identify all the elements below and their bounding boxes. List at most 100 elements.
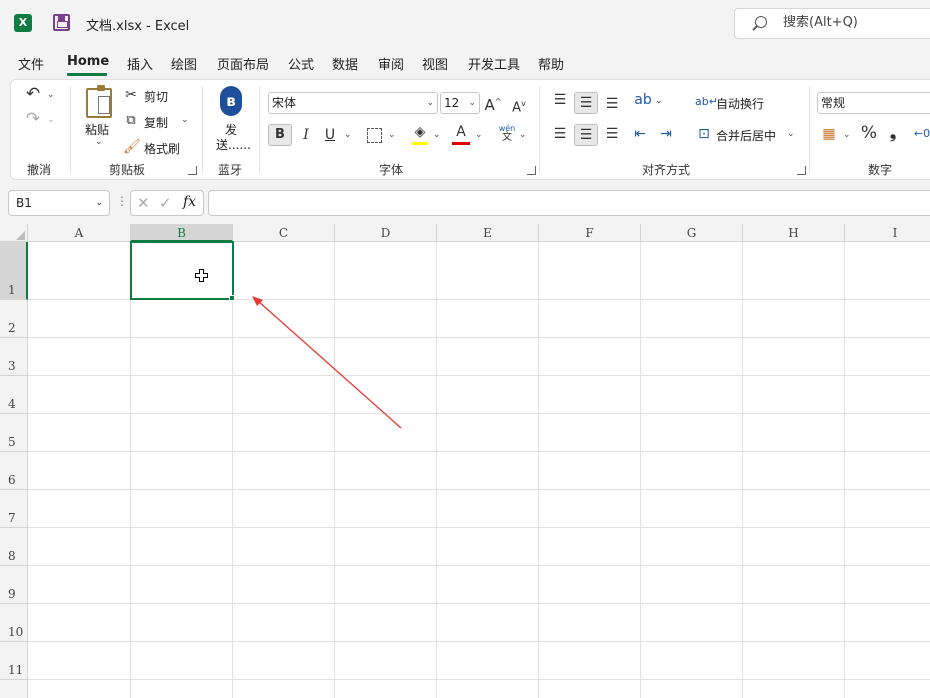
fill-color-icon[interactable]: ◈ <box>412 122 428 142</box>
column-header[interactable]: D <box>335 224 437 242</box>
align-left-icon[interactable]: ☰ <box>551 124 569 144</box>
tab-view[interactable]: 视图 <box>422 54 448 73</box>
column-header[interactable]: A <box>28 224 131 242</box>
number-format-combo[interactable]: 常规 <box>817 92 930 114</box>
merge-center-icon[interactable]: ⊡ <box>695 124 713 144</box>
cancel-icon[interactable]: ✕ <box>137 194 150 212</box>
tab-home[interactable]: Home <box>67 54 109 69</box>
percent-button[interactable]: % <box>859 123 879 143</box>
format-painter-icon[interactable]: 🖌 <box>123 137 141 157</box>
tab-data[interactable]: 数据 <box>332 54 358 73</box>
row-header[interactable]: 6 <box>0 452 28 490</box>
column-header-selected[interactable]: B <box>131 224 233 242</box>
merge-center-dropdown-icon[interactable]: ⌄ <box>787 129 795 139</box>
font-size-combo[interactable]: 12 ⌄ <box>440 92 480 114</box>
alignment-launcher-icon[interactable] <box>797 166 806 175</box>
redo-icon[interactable]: ↷ <box>23 109 43 129</box>
row-header[interactable] <box>0 680 28 698</box>
tab-review[interactable]: 审阅 <box>378 54 404 73</box>
italic-button[interactable]: I <box>297 125 315 145</box>
accounting-dropdown-icon[interactable]: ⌄ <box>843 130 851 140</box>
fill-handle[interactable] <box>229 295 235 301</box>
name-box[interactable]: B1 ⌄ <box>8 190 110 216</box>
decrease-indent-icon[interactable]: ⇤ <box>631 124 649 144</box>
column-header[interactable]: C <box>233 224 335 242</box>
select-all-corner[interactable] <box>0 224 28 242</box>
borders-icon[interactable] <box>367 128 382 143</box>
align-right-icon[interactable]: ☰ <box>603 124 621 144</box>
copy-icon[interactable]: ⧉ <box>123 111 139 131</box>
font-launcher-icon[interactable] <box>527 166 536 175</box>
tab-formulas[interactable]: 公式 <box>288 54 314 73</box>
tab-page-layout[interactable]: 页面布局 <box>217 54 269 73</box>
phonetic-guide-icon[interactable]: wén 文 <box>497 124 517 143</box>
font-color-dropdown-icon[interactable]: ⌄ <box>475 130 483 140</box>
bold-button[interactable]: B <box>268 124 292 146</box>
selected-cell-b1[interactable] <box>130 241 234 300</box>
wrap-text-button[interactable]: 自动换行 <box>716 95 764 112</box>
paste-label[interactable]: 粘贴 <box>85 121 109 138</box>
row-header[interactable]: 3 <box>0 338 28 376</box>
row-header[interactable]: 5 <box>0 414 28 452</box>
tab-developer[interactable]: 开发工具 <box>468 54 520 73</box>
more-options-icon[interactable]: ⋮ <box>116 194 128 208</box>
font-name-combo[interactable]: 宋体 ⌄ <box>268 92 438 114</box>
underline-button[interactable]: U <box>321 125 339 145</box>
phonetic-dropdown-icon[interactable]: ⌄ <box>519 130 527 140</box>
align-center-icon[interactable]: ☰ <box>574 124 598 146</box>
insert-function-button[interactable]: fx <box>183 194 196 210</box>
enter-icon[interactable]: ✓ <box>159 194 172 212</box>
bluetooth-send-line2[interactable]: 送...... <box>216 136 251 153</box>
underline-dropdown-icon[interactable]: ⌄ <box>344 130 352 140</box>
orientation-dropdown-icon[interactable]: ⌄ <box>655 96 663 106</box>
copy-button[interactable]: 复制 <box>144 114 168 131</box>
column-header[interactable]: G <box>641 224 743 242</box>
comma-style-button[interactable]: ❟ <box>885 123 901 143</box>
borders-dropdown-icon[interactable]: ⌄ <box>388 130 396 140</box>
redo-dropdown-icon[interactable]: ⌄ <box>47 115 55 125</box>
increase-indent-icon[interactable]: ⇥ <box>657 124 675 144</box>
decrease-font-size-icon[interactable]: Av <box>509 94 529 118</box>
scissors-icon[interactable]: ✂ <box>123 85 139 105</box>
align-top-icon[interactable]: ☰ <box>551 90 569 110</box>
cut-button[interactable]: 剪切 <box>144 88 168 105</box>
column-header[interactable]: E <box>437 224 539 242</box>
column-header[interactable]: H <box>743 224 845 242</box>
font-color-button[interactable]: A <box>452 122 470 142</box>
search-box[interactable] <box>734 8 930 39</box>
copy-dropdown-icon[interactable]: ⌄ <box>181 115 189 125</box>
tab-help[interactable]: 帮助 <box>538 54 564 73</box>
formula-input[interactable] <box>208 190 930 216</box>
row-header[interactable]: 7 <box>0 490 28 528</box>
row-header[interactable]: 4 <box>0 376 28 414</box>
fill-color-dropdown-icon[interactable]: ⌄ <box>433 130 441 140</box>
align-bottom-icon[interactable]: ☰ <box>603 94 621 114</box>
accounting-format-icon[interactable]: ▦ <box>819 124 839 144</box>
tab-file[interactable]: 文件 <box>18 54 44 73</box>
wrap-text-icon[interactable]: ab↵ <box>695 92 718 112</box>
increase-decimal-icon[interactable]: ←0 <box>913 124 930 144</box>
row-header[interactable]: 10 <box>0 604 28 642</box>
row-header[interactable]: 2 <box>0 300 28 338</box>
row-header[interactable]: 11 <box>0 642 28 680</box>
search-input[interactable] <box>783 15 923 30</box>
column-header[interactable]: F <box>539 224 641 242</box>
clipboard-launcher-icon[interactable] <box>188 166 197 175</box>
paste-icon[interactable] <box>86 85 112 118</box>
row-header[interactable]: 9 <box>0 566 28 604</box>
tab-draw[interactable]: 绘图 <box>171 54 197 73</box>
row-header[interactable]: 8 <box>0 528 28 566</box>
save-icon[interactable] <box>53 14 70 31</box>
undo-dropdown-icon[interactable]: ⌄ <box>47 90 55 100</box>
column-header[interactable]: I <box>845 224 930 242</box>
format-painter-button[interactable]: 格式刷 <box>144 140 180 157</box>
increase-font-size-icon[interactable]: A^ <box>483 92 503 115</box>
orientation-icon[interactable]: ab <box>633 90 653 110</box>
paste-dropdown-icon[interactable]: ⌄ <box>95 137 103 147</box>
row-header-selected[interactable]: 1 <box>0 242 28 300</box>
bluetooth-icon[interactable]: ʙ <box>220 86 242 116</box>
undo-icon[interactable]: ↶ <box>23 84 43 104</box>
merge-center-button[interactable]: 合并后居中 <box>716 127 776 144</box>
tab-insert[interactable]: 插入 <box>127 54 153 73</box>
align-middle-icon[interactable]: ☰ <box>574 92 598 114</box>
